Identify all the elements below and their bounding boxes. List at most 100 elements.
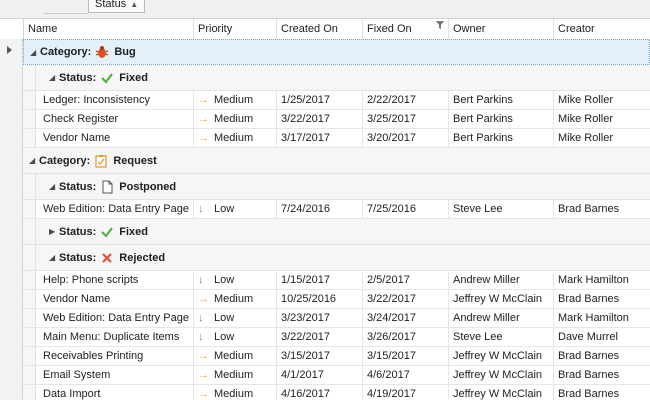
cell-owner[interactable]: Jeffrey W McClain: [448, 385, 553, 400]
table-row[interactable]: Main Menu: Duplicate Items ↓ Low 3/22/2017 3…: [23, 328, 650, 347]
cell-created[interactable]: 4/16/2017: [276, 385, 362, 400]
cell-priority[interactable]: → Medium: [193, 290, 276, 308]
cell-priority[interactable]: → Medium: [193, 129, 276, 147]
column-header-name[interactable]: Name: [23, 19, 193, 39]
cell-fixed[interactable]: 2/22/2017: [362, 91, 448, 109]
cell-creator[interactable]: Mike Roller: [553, 110, 650, 128]
cell-owner[interactable]: Bert Parkins: [448, 91, 553, 109]
cell-priority[interactable]: → Medium: [193, 91, 276, 109]
cell-priority[interactable]: ↓ Low: [193, 328, 276, 346]
cell-owner[interactable]: Steve Lee: [448, 328, 553, 346]
category-group-row[interactable]: ◢ Category: Request: [23, 148, 650, 174]
cell-fixed[interactable]: 3/24/2017: [362, 309, 448, 327]
table-row[interactable]: Web Edition: Data Entry Page ↓ Low 7/24/201…: [23, 200, 650, 219]
cell-name[interactable]: Main Menu: Duplicate Items: [39, 328, 193, 346]
column-header-creator[interactable]: Creator: [553, 19, 650, 39]
cell-creator[interactable]: Mike Roller: [553, 129, 650, 147]
cell-priority[interactable]: → Medium: [193, 110, 276, 128]
cell-priority[interactable]: ↓ Low: [193, 200, 276, 218]
status-group-row[interactable]: ◢ Status: Postponed: [23, 174, 650, 200]
cell-owner[interactable]: Andrew Miller: [448, 309, 553, 327]
cell-creator[interactable]: Brad Barnes: [553, 385, 650, 400]
cell-created[interactable]: 1/15/2017: [276, 271, 362, 289]
collapse-icon[interactable]: ◢: [30, 48, 40, 57]
table-row[interactable]: Check Register → Medium 3/22/2017 3/25/2017 B…: [23, 110, 650, 129]
priority-text: Medium: [214, 293, 254, 305]
cell-name[interactable]: Web Edition: Data Entry Page: [39, 309, 193, 327]
cell-fixed[interactable]: 7/25/2016: [362, 200, 448, 218]
cell-name[interactable]: Email System: [39, 366, 193, 384]
cell-owner[interactable]: Jeffrey W McClain: [448, 366, 553, 384]
cell-name[interactable]: Data Import: [39, 385, 193, 400]
collapse-icon[interactable]: ◢: [49, 73, 59, 82]
cell-created[interactable]: 3/15/2017: [276, 347, 362, 365]
table-row[interactable]: Vendor Name → Medium 3/17/2017 3/20/2017 Bert…: [23, 129, 650, 148]
table-row[interactable]: Receivables Printing → Medium 3/15/2017 3/15…: [23, 347, 650, 366]
cell-created[interactable]: 10/25/2016: [276, 290, 362, 308]
cell-creator[interactable]: Brad Barnes: [553, 200, 650, 218]
group-by-status-chip[interactable]: Status ▲: [88, 0, 146, 13]
cell-created[interactable]: 3/22/2017: [276, 110, 362, 128]
cell-creator[interactable]: Brad Barnes: [553, 347, 650, 365]
expand-icon[interactable]: ▶: [49, 227, 59, 236]
table-row[interactable]: Data Import → Medium 4/16/2017 4/19/2017 Jeff…: [23, 385, 650, 400]
cell-fixed[interactable]: 3/22/2017: [362, 290, 448, 308]
column-header-priority[interactable]: Priority: [193, 19, 276, 39]
cell-owner[interactable]: Jeffrey W McClain: [448, 347, 553, 365]
cell-created[interactable]: 7/24/2016: [276, 200, 362, 218]
cell-fixed[interactable]: 4/19/2017: [362, 385, 448, 400]
cell-name[interactable]: Vendor Name: [39, 129, 193, 147]
status-group-row[interactable]: ◢ Status: Rejected: [23, 245, 650, 271]
cell-fixed[interactable]: 3/26/2017: [362, 328, 448, 346]
category-group-row[interactable]: ◢ Category: Bug: [23, 39, 650, 65]
table-row[interactable]: Vendor Name → Medium 10/25/2016 3/22/2017 Jef…: [23, 290, 650, 309]
status-group-row[interactable]: ▶ Status: Fixed: [23, 219, 650, 245]
cell-fixed[interactable]: 3/20/2017: [362, 129, 448, 147]
cell-name[interactable]: Web Edition: Data Entry Page: [39, 200, 193, 218]
table-row[interactable]: Ledger: Inconsistency → Medium 1/25/2017 2/2…: [23, 91, 650, 110]
cell-creator[interactable]: Mike Roller: [553, 91, 650, 109]
cell-priority[interactable]: → Medium: [193, 347, 276, 365]
filter-icon[interactable]: [436, 21, 444, 29]
cell-name[interactable]: Check Register: [39, 110, 193, 128]
cell-owner[interactable]: Andrew Miller: [448, 271, 553, 289]
cell-created[interactable]: 1/25/2017: [276, 91, 362, 109]
cell-name[interactable]: Receivables Printing: [39, 347, 193, 365]
cell-fixed[interactable]: 4/6/2017: [362, 366, 448, 384]
status-group-row[interactable]: ◢ Status: Fixed: [23, 65, 650, 91]
cell-fixed[interactable]: 2/5/2017: [362, 271, 448, 289]
cell-owner[interactable]: Bert Parkins: [448, 110, 553, 128]
cell-creator[interactable]: Dave Murrel: [553, 328, 650, 346]
column-header-owner[interactable]: Owner: [448, 19, 553, 39]
cell-creator[interactable]: Brad Barnes: [553, 366, 650, 384]
cell-name[interactable]: Help: Phone scripts: [39, 271, 193, 289]
cell-name[interactable]: Ledger: Inconsistency: [39, 91, 193, 109]
cell-created[interactable]: 3/23/2017: [276, 309, 362, 327]
cell-creator[interactable]: Mark Hamilton: [553, 309, 650, 327]
cell-created[interactable]: 3/17/2017: [276, 129, 362, 147]
cell-owner[interactable]: Bert Parkins: [448, 129, 553, 147]
arrow-down-icon: ↓: [198, 203, 204, 215]
collapse-icon[interactable]: ◢: [49, 182, 59, 191]
table-row[interactable]: Web Edition: Data Entry Page ↓ Low 3/23/201…: [23, 309, 650, 328]
cell-priority[interactable]: → Medium: [193, 366, 276, 384]
cell-priority[interactable]: ↓ Low: [193, 271, 276, 289]
cell-name[interactable]: Vendor Name: [39, 290, 193, 308]
table-row[interactable]: Email System → Medium 4/1/2017 4/6/2017 Jeffr…: [23, 366, 650, 385]
column-header-fixed-on[interactable]: Fixed On: [362, 19, 448, 39]
cell-fixed[interactable]: 3/15/2017: [362, 347, 448, 365]
column-header-created-on[interactable]: Created On: [276, 19, 362, 39]
table-row[interactable]: Help: Phone scripts ↓ Low 1/15/2017 2/5/2017…: [23, 271, 650, 290]
cell-fixed[interactable]: 3/25/2017: [362, 110, 448, 128]
cell-created[interactable]: 4/1/2017: [276, 366, 362, 384]
column-header-row: Name Priority Created On Fixed On Owner …: [0, 19, 650, 40]
cell-owner[interactable]: Steve Lee: [448, 200, 553, 218]
collapse-icon[interactable]: ◢: [49, 253, 59, 262]
cell-creator[interactable]: Mark Hamilton: [553, 271, 650, 289]
cell-created[interactable]: 3/22/2017: [276, 328, 362, 346]
cell-creator[interactable]: Brad Barnes: [553, 290, 650, 308]
cell-priority[interactable]: → Medium: [193, 385, 276, 400]
cell-priority[interactable]: ↓ Low: [193, 309, 276, 327]
collapse-icon[interactable]: ◢: [29, 156, 39, 165]
cell-owner[interactable]: Jeffrey W McClain: [448, 290, 553, 308]
